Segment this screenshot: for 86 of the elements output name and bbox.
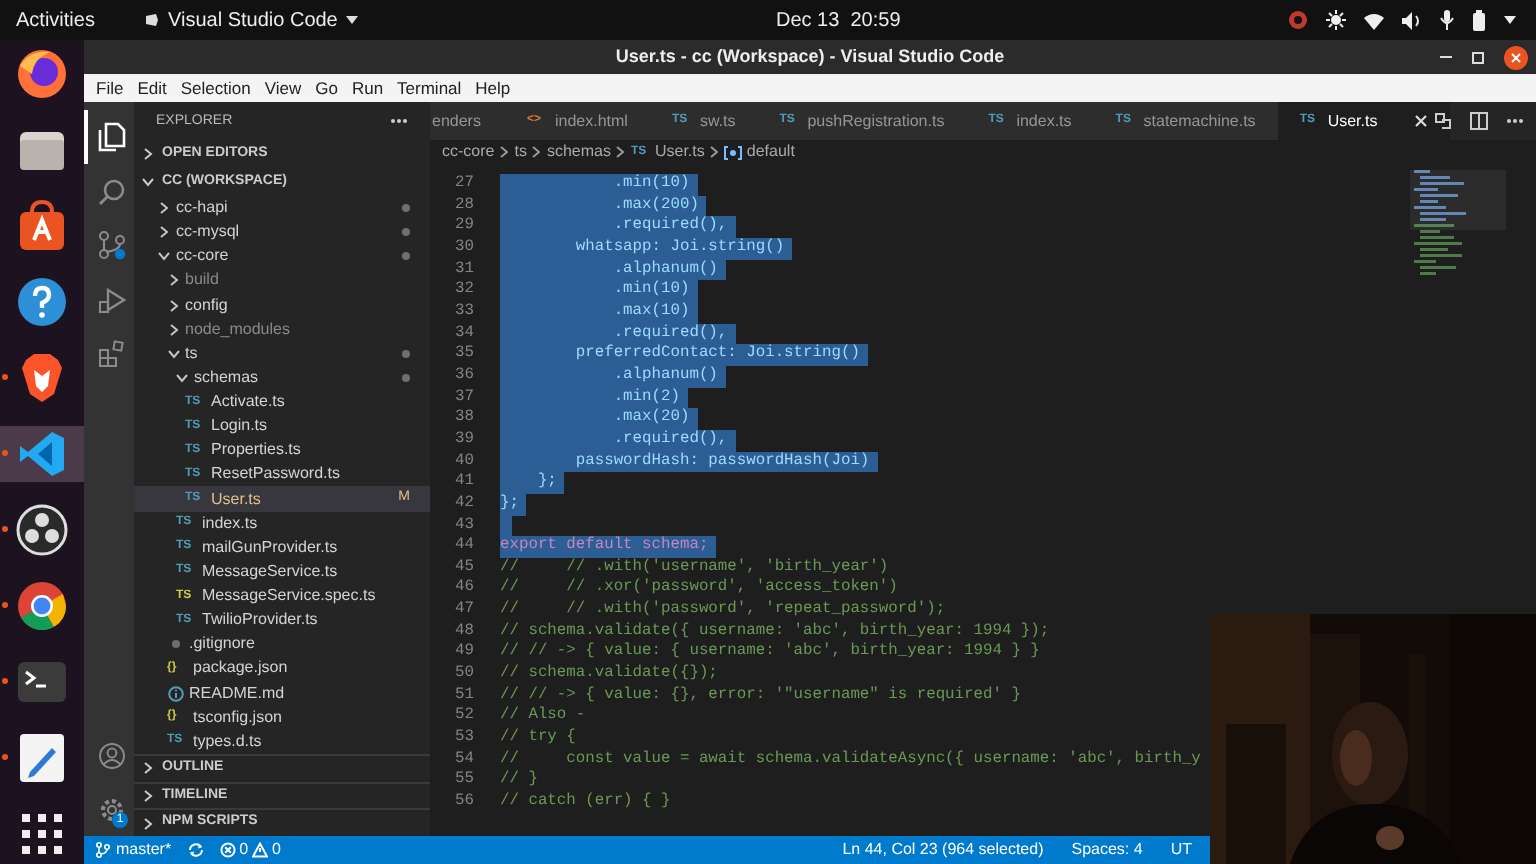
folder-row[interactable]: cc-hapi <box>134 195 430 221</box>
editor-tab[interactable]: enders <box>430 102 505 140</box>
files-icon <box>97 122 125 152</box>
caret-icon[interactable] <box>1504 16 1516 24</box>
brightness-icon[interactable] <box>1326 10 1346 30</box>
file-row[interactable]: .gitignore <box>134 632 430 657</box>
breadcrumb-item[interactable]: cc-core <box>442 140 495 164</box>
breadcrumb-item[interactable]: schemas <box>546 140 611 164</box>
menu-item[interactable]: File <box>90 75 130 101</box>
compare-icon[interactable] <box>1434 112 1452 130</box>
info-icon <box>167 685 183 702</box>
symbol-icon <box>724 145 743 159</box>
account-icon <box>97 741 125 769</box>
app-menu[interactable]: Visual Studio Code <box>144 5 358 35</box>
menu-item[interactable]: Terminal <box>391 75 468 101</box>
folder-row[interactable]: node_modules <box>134 317 430 342</box>
chevron-right-icon <box>500 146 509 158</box>
running-indicator-icon <box>2 526 8 532</box>
chrome-icon[interactable] <box>14 578 70 634</box>
menu-item[interactable]: Go <box>309 75 344 101</box>
extensions-icon <box>97 339 125 367</box>
chevron-right-icon <box>710 146 719 158</box>
running-indicator-icon <box>2 450 8 456</box>
chevron-right-icon <box>142 148 154 161</box>
branch-button[interactable]: master* <box>96 838 172 862</box>
volume-icon[interactable] <box>1402 11 1422 29</box>
close-icon[interactable] <box>1504 45 1528 69</box>
firefox-icon[interactable] <box>14 46 70 102</box>
running-indicator-icon <box>2 678 8 684</box>
pencil-icon[interactable] <box>14 730 70 786</box>
obs-icon[interactable] <box>14 502 70 558</box>
run-icon <box>97 285 125 313</box>
folder-row[interactable]: ts <box>134 341 430 366</box>
search-icon <box>97 177 125 205</box>
menu-item[interactable]: Help <box>469 75 517 101</box>
file-row[interactable]: README.md <box>134 680 430 706</box>
chevron-right-icon <box>142 762 154 775</box>
clock[interactable]: Dec 13 20:59 <box>776 5 901 35</box>
sync-icon[interactable] <box>187 842 204 858</box>
running-indicator-icon <box>2 602 8 608</box>
branch-icon <box>96 842 110 858</box>
split-editor-icon[interactable] <box>1470 112 1488 130</box>
running-indicator-icon <box>2 754 8 760</box>
breadcrumb-item[interactable]: ts <box>514 140 527 164</box>
activities-button[interactable]: Activities <box>16 5 136 35</box>
chevron-right-icon <box>142 817 154 830</box>
close-icon[interactable] <box>1413 114 1428 128</box>
maximize-icon[interactable] <box>1472 51 1484 63</box>
folder-row[interactable]: schemas <box>134 365 430 390</box>
menu-item[interactable]: Run <box>345 75 390 101</box>
problems-button[interactable]: 0 0 <box>219 838 281 862</box>
more-icon[interactable] <box>1506 118 1524 124</box>
window-title: User.ts - cc (Workspace) - Visual Studio Code <box>615 43 1005 70</box>
folder-row[interactable]: config <box>134 292 430 318</box>
minimize-icon[interactable] <box>1440 55 1452 59</box>
folder-row[interactable]: build <box>134 268 430 293</box>
record-icon[interactable] <box>1288 10 1308 30</box>
warning-icon <box>252 842 269 858</box>
folder-row[interactable]: cc-mysql <box>134 220 430 245</box>
app-grid-icon[interactable] <box>18 810 66 858</box>
help-icon[interactable] <box>14 274 70 330</box>
running-indicator-icon <box>2 374 8 380</box>
status-item[interactable]: Ln 44, Col 23 (964 selected) <box>842 838 1044 862</box>
microphone-icon[interactable] <box>1440 10 1454 30</box>
battery-icon[interactable] <box>1472 9 1486 31</box>
wifi-icon[interactable] <box>1364 11 1384 29</box>
chevron-right-icon <box>532 146 541 158</box>
shopping-bag-icon[interactable] <box>14 198 70 254</box>
status-item[interactable]: UT <box>1170 838 1192 862</box>
error-icon <box>219 842 236 858</box>
code-editor-icon[interactable] <box>14 426 70 482</box>
chevron-down-icon <box>142 176 154 189</box>
status-item[interactable]: Spaces: 4 <box>1071 838 1143 862</box>
menu-item[interactable]: Selection <box>174 75 257 101</box>
chevron-right-icon <box>616 146 625 158</box>
breadcrumb-item[interactable]: default <box>724 140 795 164</box>
dot-icon <box>167 636 183 653</box>
app-icon <box>144 12 160 28</box>
menu-item[interactable]: Edit <box>131 75 173 101</box>
branch-icon <box>97 230 125 260</box>
more-icon[interactable] <box>390 118 408 125</box>
menu-item[interactable]: View <box>258 75 308 101</box>
caret-icon <box>345 16 358 24</box>
chevron-right-icon <box>142 789 154 802</box>
folder-row[interactable]: cc-core <box>134 244 430 269</box>
settings-icon <box>97 795 125 823</box>
